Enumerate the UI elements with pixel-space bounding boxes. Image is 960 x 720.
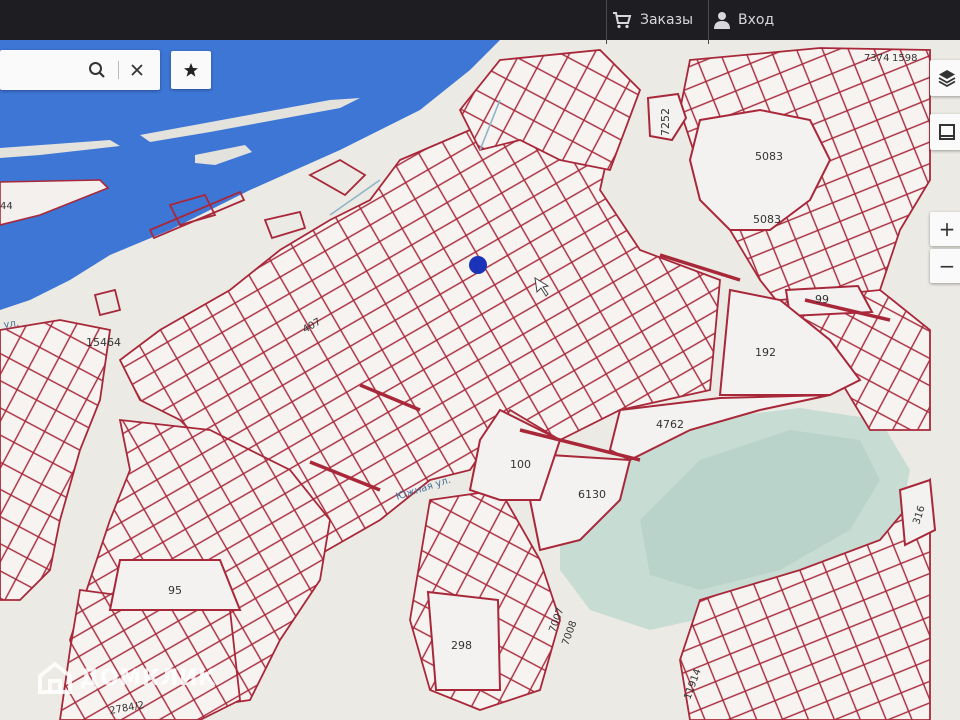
house-logo-icon <box>38 662 72 694</box>
close-icon[interactable] <box>130 63 144 77</box>
frame-button[interactable] <box>930 114 960 150</box>
search-divider <box>118 61 119 79</box>
brand-name: ДОМКЛИК <box>80 665 217 691</box>
header-divider <box>606 0 607 44</box>
layers-button[interactable] <box>930 60 960 96</box>
parcel-number: 5083 <box>755 150 783 163</box>
layers-icon <box>938 70 956 88</box>
favorite-button[interactable] <box>171 51 211 89</box>
parcel-number: 192 <box>755 346 776 359</box>
parcel-number: 6130 <box>578 488 606 501</box>
search-icon[interactable] <box>88 61 106 79</box>
parcel-number: 7252 <box>659 108 672 136</box>
cadastral-map[interactable]: 5083 5083 7252 99 192 4762 6130 100 407 … <box>0 0 960 720</box>
cart-icon <box>613 12 632 29</box>
location-marker[interactable] <box>469 256 487 274</box>
login-label: Вход <box>738 12 775 28</box>
parcel-number: 99 <box>815 293 829 306</box>
parcel-number: 44 <box>0 201 13 212</box>
parcel-number: 5083 <box>753 213 781 226</box>
parcel-number: 100 <box>510 458 531 471</box>
user-icon <box>714 12 730 29</box>
parcel-number: 15464 <box>86 336 121 349</box>
brand-watermark: ДОМКЛИК <box>38 662 216 694</box>
parcel-number: 1598 <box>892 53 917 64</box>
street-label: ул. <box>3 318 20 331</box>
orders-label: Заказы <box>640 12 694 28</box>
star-icon <box>184 63 198 77</box>
frame-icon <box>939 124 955 140</box>
zoom-out-button[interactable]: − <box>930 249 960 283</box>
parcel-number: 95 <box>168 584 182 597</box>
login-button[interactable]: Вход <box>708 0 775 44</box>
parcel-number: 7374 <box>864 53 889 64</box>
zoom-in-label: + <box>938 217 956 241</box>
zoom-out-label: − <box>938 254 956 278</box>
top-header <box>0 0 960 40</box>
parcel-number: 298 <box>451 639 472 652</box>
orders-button[interactable]: Заказы <box>606 0 694 44</box>
header-divider <box>708 0 709 44</box>
parcel-number: 4762 <box>656 418 684 431</box>
search-box[interactable] <box>0 50 160 90</box>
zoom-in-button[interactable]: + <box>930 212 960 246</box>
